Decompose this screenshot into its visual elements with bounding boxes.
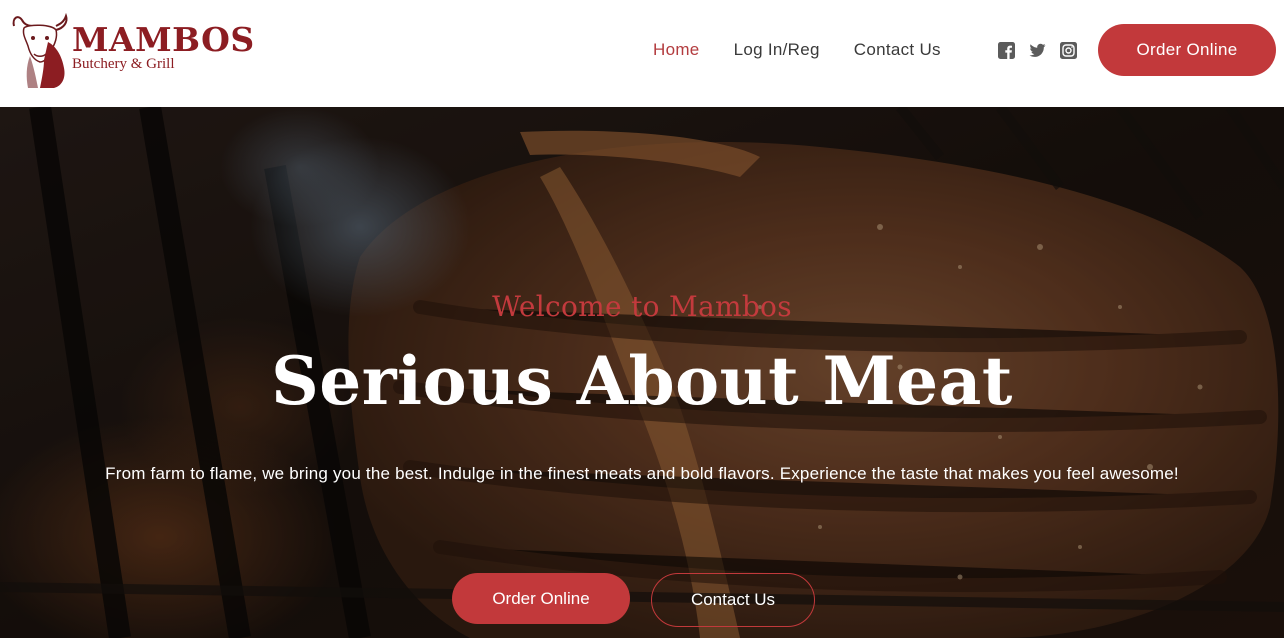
instagram-icon[interactable] (1060, 42, 1077, 59)
brand-tagline: Butchery & Grill (72, 56, 175, 72)
nav-login-register-link[interactable]: Log In/Reg (734, 40, 820, 60)
nav-contact-link[interactable]: Contact Us (854, 40, 941, 60)
brand-logo[interactable]: MAMBOS Butchery & Grill (10, 12, 254, 88)
nav-home-link[interactable]: Home (653, 40, 700, 60)
hero-description: From farm to flame, we bring you the bes… (105, 464, 1179, 483)
hero-section: Welcome to Mambos Serious About Meat Fro… (0, 107, 1284, 638)
bull-logo-icon (12, 12, 68, 88)
hero-contact-us-button[interactable]: Contact Us (651, 573, 815, 627)
main-nav: Home Log In/Reg Contact Us (640, 0, 975, 100)
twitter-icon[interactable] (1029, 42, 1046, 59)
hero-title: Serious About Meat (271, 342, 1013, 420)
header-order-online-button[interactable]: Order Online (1098, 24, 1276, 76)
hero-eyebrow: Welcome to Mambos (492, 290, 792, 323)
brand-name: MAMBOS (72, 20, 255, 59)
facebook-icon[interactable] (998, 42, 1015, 59)
social-links (998, 42, 1091, 59)
site-header: MAMBOS Butchery & Grill Home Log In/Reg … (0, 0, 1284, 107)
hero-order-online-button[interactable]: Order Online (452, 573, 630, 624)
